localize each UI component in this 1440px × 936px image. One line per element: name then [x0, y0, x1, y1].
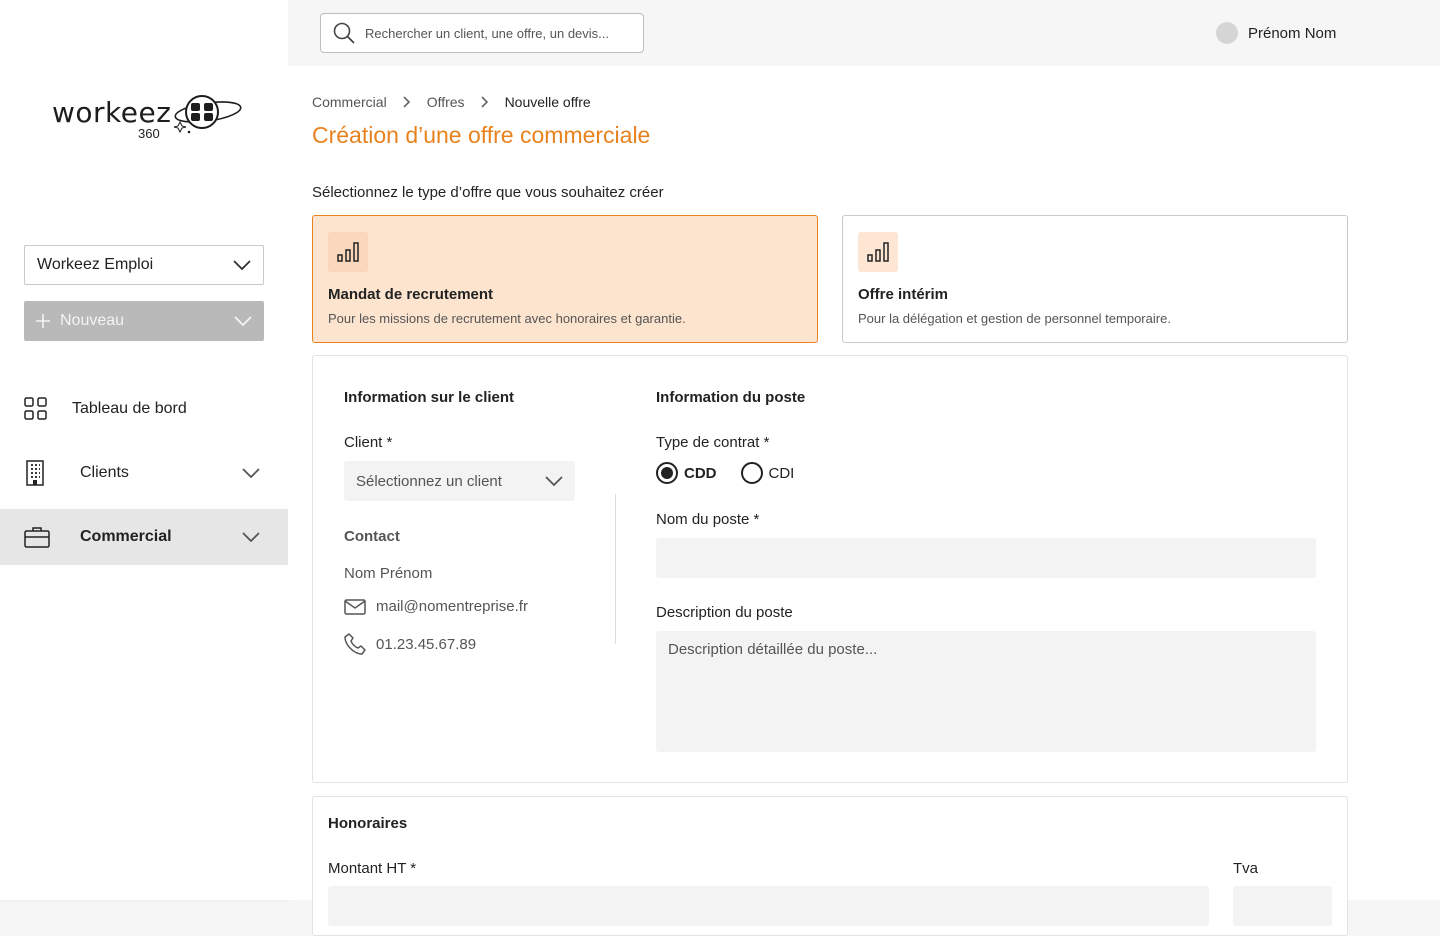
topbar: Prénom Nom: [288, 0, 1440, 66]
building-icon: [26, 460, 44, 486]
offer-type-card-interim[interactable]: Offre intérim Pour la délégation et gest…: [842, 215, 1348, 343]
sidebar-item-label: Tableau de bord: [72, 400, 187, 417]
tva-input[interactable]: [1233, 886, 1332, 926]
company-select-value: Workeez Emploi: [37, 256, 154, 273]
contact-name: Nom Prénom: [344, 565, 433, 582]
amount-label: Montant HT *: [328, 860, 417, 877]
logo-sub: 360: [138, 126, 160, 141]
offer-type-prompt: Sélectionnez le type d’offre que vous so…: [312, 184, 664, 201]
radio-circle: [656, 462, 678, 484]
job-desc-label: Description du poste: [656, 604, 793, 621]
user-menu[interactable]: Prénom Nom: [1216, 22, 1336, 44]
chevron-down-icon[interactable]: [242, 532, 260, 542]
offer-type-desc: Pour la délégation et gestion de personn…: [858, 311, 1171, 326]
plus-icon: [36, 314, 50, 328]
offer-type-iconbox: [328, 232, 368, 272]
job-name-input[interactable]: [656, 538, 1316, 578]
tva-label: Tva: [1233, 860, 1259, 877]
client-select[interactable]: Sélectionnez un client: [344, 461, 575, 501]
contract-radio-cdi[interactable]: CDI: [740, 462, 795, 484]
user-name: Prénom Nom: [1248, 24, 1337, 42]
chevron-down-icon: [234, 316, 252, 326]
sidebar-item-label: Commercial: [80, 528, 172, 545]
job-desc-textarea[interactable]: [656, 631, 1316, 752]
section-divider: [615, 494, 616, 644]
sidebar-item-label: Clients: [80, 464, 129, 481]
contact-phone-row: 01.23.45.67.89: [344, 633, 476, 655]
search-input[interactable]: [365, 25, 635, 41]
amount-input[interactable]: [328, 886, 1209, 926]
job-section-title: Information du poste: [656, 389, 806, 406]
contact-phone[interactable]: 01.23.45.67.89: [376, 636, 476, 653]
offer-type-title: Offre intérim: [858, 286, 949, 303]
job-name-label: Nom du poste *: [656, 511, 760, 528]
new-button[interactable]: Nouveau: [24, 301, 264, 341]
contract-type-radio-group: CDD CDI: [656, 462, 794, 484]
contract-radio-cdd[interactable]: CDD: [656, 462, 717, 484]
contact-email[interactable]: mail@nomentreprise.fr: [376, 598, 528, 615]
fees-title: Honoraires: [328, 815, 408, 832]
phone-icon: [344, 633, 366, 655]
sidebar-item-clients[interactable]: Clients: [0, 445, 288, 501]
contact-email-row: mail@nomentreprise.fr: [344, 598, 528, 615]
breadcrumb-item-offres[interactable]: Offres: [427, 94, 465, 110]
mail-icon: [344, 598, 366, 615]
contact-title: Contact: [344, 528, 400, 545]
chevron-down-icon[interactable]: [242, 468, 260, 478]
offer-type-title: Mandat de recrutement: [328, 286, 494, 303]
search-icon: [333, 22, 355, 44]
sidebar: workeez 360 Workeez Emploi Nouveau Table…: [0, 0, 288, 900]
dashboard-grid-icon: [24, 397, 47, 420]
logo-word: workeez: [52, 96, 172, 129]
breadcrumb-item-commercial[interactable]: Commercial: [312, 94, 387, 110]
radio-label: CDD: [684, 464, 717, 482]
search-box[interactable]: [320, 13, 644, 53]
chevron-right-icon: [480, 96, 488, 108]
workeez-logo[interactable]: workeez 360: [52, 92, 244, 142]
bar-chart-icon: [337, 242, 359, 262]
client-section-title: Information sur le client: [344, 389, 515, 406]
client-label: Client *: [344, 434, 393, 451]
radio-label: CDI: [768, 464, 795, 482]
chevron-down-icon: [233, 260, 251, 270]
offer-type-desc: Pour les missions de recrutement avec ho…: [328, 311, 686, 326]
bar-chart-icon: [867, 242, 889, 262]
chevron-right-icon: [403, 96, 410, 108]
sidebar-item-dashboard[interactable]: Tableau de bord: [0, 381, 288, 437]
client-select-placeholder: Sélectionnez un client: [356, 472, 502, 490]
new-button-label: Nouveau: [60, 312, 125, 329]
offer-type-iconbox: [858, 232, 898, 272]
breadcrumb-item-current: Nouvelle offre: [504, 94, 591, 110]
fees-card: Honoraires Montant HT * Tva: [312, 796, 1348, 936]
contract-type-label: Type de contrat *: [656, 434, 770, 451]
main-content: Commercial Offres Nouvelle offre Créatio…: [288, 66, 1440, 936]
breadcrumb: Commercial Offres Nouvelle offre: [312, 94, 591, 110]
chevron-down-icon: [545, 476, 563, 486]
sidebar-item-commercial[interactable]: Commercial: [0, 509, 288, 565]
briefcase-icon: [24, 527, 50, 548]
page-title: Création d’une offre commerciale: [312, 122, 651, 148]
radio-circle: [740, 462, 763, 484]
company-select[interactable]: Workeez Emploi: [24, 245, 264, 285]
planet-logo-icon: [173, 95, 242, 134]
offer-type-card-mandat[interactable]: Mandat de recrutement Pour les missions …: [312, 215, 818, 343]
avatar: [1216, 22, 1238, 44]
offer-form-card: Information sur le client Client * Sélec…: [312, 355, 1348, 783]
